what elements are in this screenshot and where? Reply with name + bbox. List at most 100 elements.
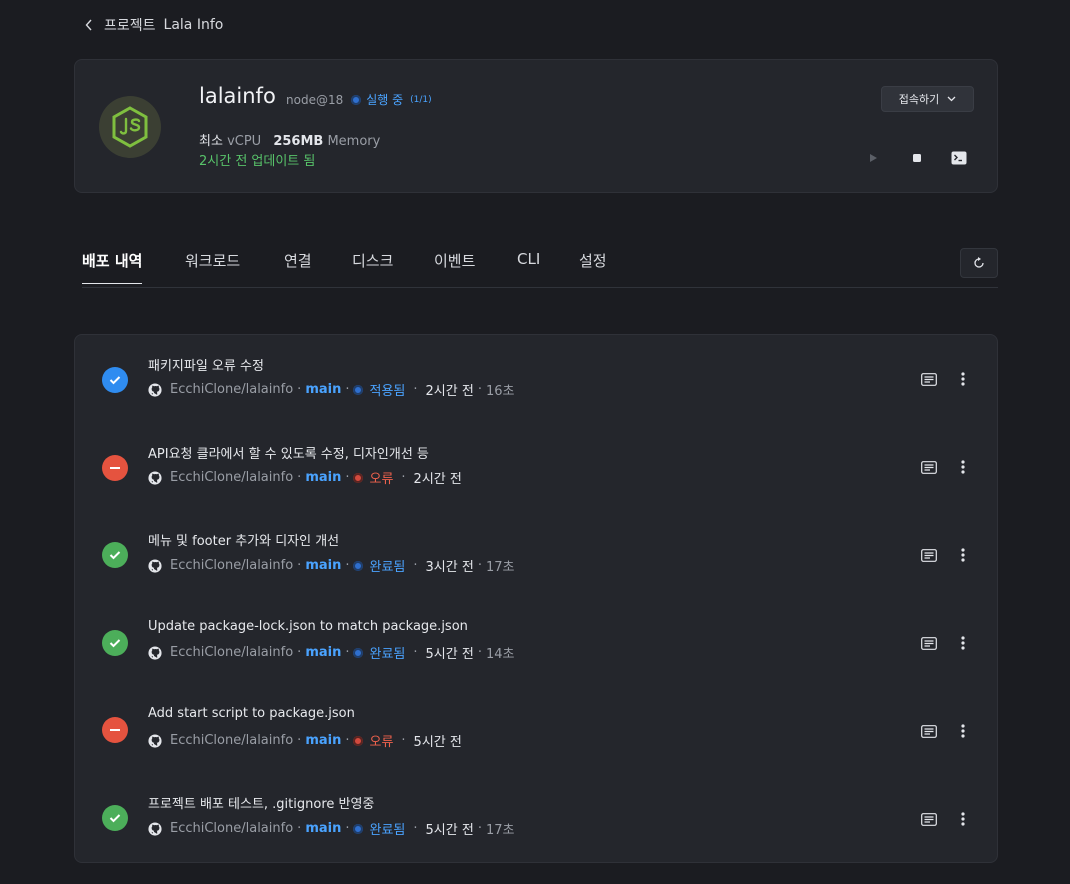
terminal-button[interactable] (949, 148, 969, 168)
status-dot-icon (353, 735, 364, 746)
deployment-list: 패키지파일 오류 수정 EcchiClone/lalainfo · main ·… (74, 334, 998, 863)
log-icon[interactable] (921, 547, 937, 563)
deployment-meta: EcchiClone/lalainfo · main · 적용됨 · 2시간 전… (148, 380, 514, 399)
deployment-time: 2시간 전 (413, 472, 462, 487)
deployment-row[interactable]: Update package-lock.json to match packag… (75, 599, 999, 687)
log-icon[interactable] (921, 635, 937, 651)
deployment-time: 2시간 전 (425, 384, 474, 399)
status-dot-icon (353, 560, 364, 571)
play-button[interactable] (863, 148, 883, 168)
nodejs-logo-icon (99, 96, 161, 158)
row-actions (921, 635, 971, 651)
repo-name[interactable]: EcchiClone/lalainfo (170, 645, 293, 660)
cpu-label: vCPU (227, 134, 262, 149)
branch-name[interactable]: main (305, 733, 341, 748)
stop-button[interactable] (907, 148, 927, 168)
more-vertical-icon[interactable] (955, 811, 971, 827)
more-vertical-icon[interactable] (955, 723, 971, 739)
refresh-button[interactable] (960, 248, 998, 278)
check-icon (102, 542, 128, 568)
deployment-meta: EcchiClone/lalainfo · main · 오류 · 5시간 전 (148, 731, 462, 750)
running-count: (1/1) (410, 94, 432, 105)
deployment-row[interactable]: 프로젝트 배포 테스트, .gitignore 반영중 EcchiClone/l… (75, 775, 999, 863)
more-vertical-icon[interactable] (955, 371, 971, 387)
deployment-duration: 17초 (485, 823, 515, 838)
deployment-state: 완료됨 (353, 556, 405, 575)
running-status: 실행 중 (1/1) (351, 91, 432, 108)
tab-settings[interactable]: 설정 (579, 250, 607, 283)
more-vertical-icon[interactable] (955, 635, 971, 651)
branch-name[interactable]: main (305, 821, 341, 836)
row-actions (921, 459, 971, 475)
repo-name[interactable]: EcchiClone/lalainfo (170, 733, 293, 748)
deployment-title: Update package-lock.json to match packag… (148, 619, 468, 634)
github-icon (148, 382, 162, 397)
repo-name[interactable]: EcchiClone/lalainfo (170, 470, 293, 485)
tab-workload[interactable]: 워크로드 (185, 250, 240, 283)
more-vertical-icon[interactable] (955, 459, 971, 475)
branch-name[interactable]: main (305, 558, 341, 573)
deployment-meta: EcchiClone/lalainfo · main · 오류 · 2시간 전 (148, 468, 462, 487)
deployment-time: 5시간 전 (413, 735, 462, 750)
deployment-row[interactable]: 메뉴 및 footer 추가와 디자인 개선 EcchiClone/lalain… (75, 511, 999, 599)
log-icon[interactable] (921, 371, 937, 387)
tab-events[interactable]: 이벤트 (434, 250, 475, 283)
tab-cli[interactable]: CLI (517, 250, 540, 280)
deployment-title: 패키지파일 오류 수정 (148, 359, 264, 374)
updated-status: 2시간 전 업데이트 됨 (199, 154, 316, 169)
breadcrumb-section[interactable]: 프로젝트 (104, 15, 156, 35)
deployment-state: 적용됨 (353, 380, 405, 399)
chevron-left-icon[interactable] (82, 16, 96, 34)
branch-name[interactable]: main (305, 470, 341, 485)
deployment-duration: 16초 (485, 384, 515, 399)
row-actions (921, 723, 971, 739)
app-header-card: lalainfo node@18 실행 중 (1/1) 최소 vCPU 256M… (74, 59, 998, 193)
github-icon (148, 645, 162, 660)
deployment-title: Add start script to package.json (148, 706, 355, 721)
branch-name[interactable]: main (305, 382, 341, 397)
log-icon[interactable] (921, 723, 937, 739)
status-dot-icon (353, 823, 364, 834)
deployment-state: 완료됨 (353, 643, 405, 662)
github-icon (148, 733, 162, 748)
app-meta: node@18 실행 중 (1/1) (286, 91, 432, 108)
row-actions (921, 547, 971, 563)
memory-value: 256MB (273, 134, 324, 149)
status-dot-icon (353, 647, 364, 658)
repo-name[interactable]: EcchiClone/lalainfo (170, 558, 293, 573)
minus-icon (102, 455, 128, 481)
deployment-row[interactable]: 패키지파일 오류 수정 EcchiClone/lalainfo · main ·… (75, 335, 999, 423)
repo-name[interactable]: EcchiClone/lalainfo (170, 821, 293, 836)
deployment-duration: 14초 (485, 647, 515, 662)
branch-name[interactable]: main (305, 645, 341, 660)
deployment-title: 메뉴 및 footer 추가와 디자인 개선 (148, 534, 340, 549)
spec-prefix: 최소 (199, 134, 223, 149)
runtime-label: node@18 (286, 92, 344, 107)
row-actions (921, 811, 971, 827)
log-icon[interactable] (921, 459, 937, 475)
status-dot-icon (351, 94, 362, 105)
memory-label: Memory (327, 134, 381, 149)
deployment-time: 5시간 전 (425, 647, 474, 662)
minus-icon (102, 717, 128, 743)
deployment-row[interactable]: Add start script to package.json EcchiCl… (75, 687, 999, 775)
status-dot-icon (353, 384, 364, 395)
deployment-row[interactable]: API요청 클라에서 할 수 있도록 수정, 디자인개선 등 EcchiClon… (75, 423, 999, 511)
deployment-time: 5시간 전 (425, 823, 474, 838)
check-icon (102, 367, 128, 393)
app-name: lalainfo (199, 84, 276, 108)
tab-disk[interactable]: 디스크 (352, 250, 393, 283)
repo-name[interactable]: EcchiClone/lalainfo (170, 382, 293, 397)
tab-deployments[interactable]: 배포 내역 (82, 250, 143, 284)
deployment-state: 오류 (353, 468, 393, 487)
tab-connection[interactable]: 연결 (284, 250, 312, 283)
deployment-meta: EcchiClone/lalainfo · main · 완료됨 · 5시간 전… (148, 643, 514, 662)
deployment-title: 프로젝트 배포 테스트, .gitignore 반영중 (148, 797, 375, 812)
play-icon (870, 154, 877, 162)
deployment-meta: EcchiClone/lalainfo · main · 완료됨 · 5시간 전… (148, 819, 514, 838)
more-vertical-icon[interactable] (955, 547, 971, 563)
terminal-icon (951, 151, 967, 165)
running-status-text: 실행 중 (366, 93, 404, 107)
connect-button[interactable]: 접속하기 (881, 86, 974, 112)
log-icon[interactable] (921, 811, 937, 827)
